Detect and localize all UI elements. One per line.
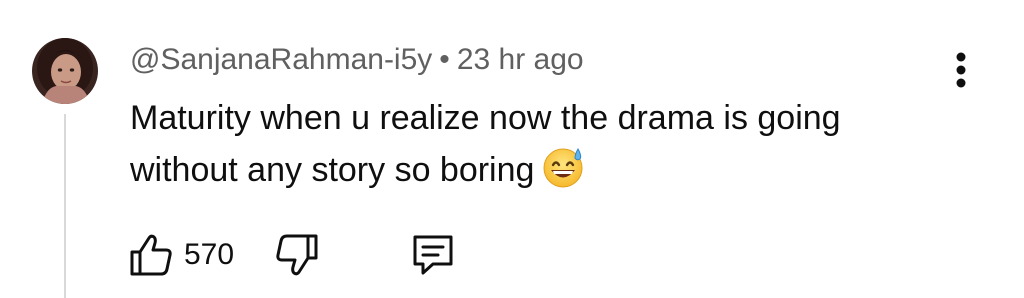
more-vertical-icon (956, 52, 966, 88)
comment-icon (413, 235, 453, 275)
dislike-button[interactable] (274, 230, 320, 280)
reply-button[interactable] (408, 230, 458, 280)
comment-text: Maturity when u realize now the drama is… (130, 99, 841, 189)
thumbs-down-icon (276, 234, 318, 276)
thread-line (64, 114, 66, 298)
more-options-button[interactable] (946, 48, 976, 92)
grinning-face-with-sweat-icon (543, 148, 583, 188)
like-count: 570 (184, 238, 235, 271)
thumbs-up-icon (130, 234, 172, 276)
author-handle[interactable]: @SanjanaRahman-i5y (130, 43, 432, 76)
avatar-image (32, 38, 98, 104)
like-button[interactable]: 570 (128, 230, 234, 280)
comment-body: Maturity when u realize now the drama is… (130, 92, 950, 196)
comment-header: @SanjanaRahman-i5y • 23 hr ago (130, 40, 584, 80)
header-separator: • (439, 43, 450, 76)
avatar[interactable] (32, 38, 98, 104)
comment-timestamp[interactable]: 23 hr ago (457, 43, 584, 76)
